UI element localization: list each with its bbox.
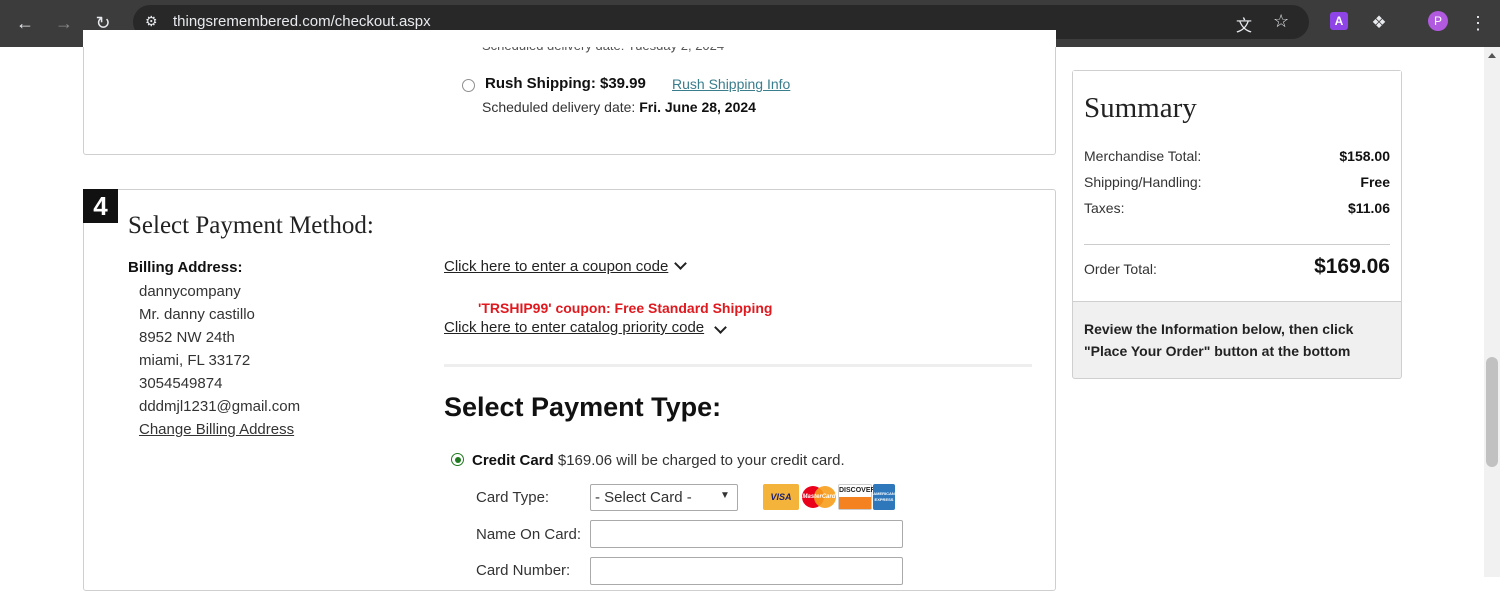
forward-arrow-icon[interactable]: → [51, 10, 77, 36]
card-number-label: Card Number: [476, 562, 571, 579]
catalog-code-link[interactable]: Click here to enter catalog priority cod… [444, 319, 704, 336]
payment-method-title: Select Payment Method: [128, 212, 374, 239]
profile-avatar[interactable]: P [1428, 11, 1448, 31]
applied-coupon-message: 'TRSHIP99' coupon: Free Standard Shippin… [478, 300, 773, 316]
dropdown-arrow-icon: ▼ [720, 490, 730, 501]
taxes-value: $11.06 [1347, 200, 1390, 216]
credit-card-option: Credit Card $169.06 will be charged to y… [472, 452, 845, 469]
name-on-card-input[interactable] [590, 520, 903, 548]
card-type-label: Card Type: [476, 489, 550, 506]
header-overlap-mask [83, 30, 1056, 47]
billing-company: dannycompany [139, 283, 241, 300]
translate-icon[interactable]: 文 [1236, 12, 1252, 36]
taxes-label: Taxes: [1084, 200, 1125, 216]
menu-kebab-icon[interactable]: ⋮ [1465, 10, 1491, 36]
card-number-input[interactable] [590, 557, 903, 585]
rush-delivery-date: Scheduled delivery date: Fri. June 28, 2… [482, 99, 756, 115]
billing-city-state: miami, FL 33172 [139, 352, 251, 369]
chevron-down-icon [714, 321, 728, 334]
rush-delivery-prefix: Scheduled delivery date: [482, 99, 636, 115]
shipping-options-panel: Scheduled delivery date: Tuesday 2, 2024… [83, 30, 1056, 155]
shipping-handling-label: Shipping/Handling: [1084, 174, 1202, 190]
mastercard-logo: MasterCard [801, 484, 837, 510]
order-total-value: $169.06 [1314, 255, 1390, 278]
summary-title: Summary [1084, 92, 1197, 124]
discover-logo-text: DISCOVER [839, 487, 876, 494]
bookmark-star-icon[interactable]: ☆ [1273, 11, 1289, 32]
coupon-code-toggle[interactable]: Click here to enter a coupon code [444, 257, 688, 275]
change-billing-address-link[interactable]: Change Billing Address [139, 421, 294, 438]
catalog-code-toggle[interactable]: Click here to enter catalog priority cod… [444, 319, 728, 336]
extensions-puzzle-icon[interactable]: ❖ [1366, 10, 1392, 36]
rush-delivery-date-value: Fri. June 28, 2024 [639, 99, 756, 115]
page-scrollbar[interactable] [1484, 47, 1500, 577]
credit-card-label: Credit Card [472, 452, 554, 469]
billing-street: 8952 NW 24th [139, 329, 235, 346]
scroll-up-icon[interactable] [1488, 53, 1496, 58]
order-summary-panel: Summary Merchandise Total: $158.00 Shipp… [1072, 70, 1402, 379]
discover-logo: DISCOVER [838, 484, 876, 510]
billing-name: Mr. danny castillo [139, 306, 255, 323]
extension-icon[interactable]: A [1330, 12, 1348, 30]
review-instruction-note: Review the Information below, then click… [1084, 321, 1354, 359]
card-type-select[interactable]: - Select Card - ▼ [590, 484, 738, 511]
site-settings-icon[interactable]: ⚙ [145, 13, 158, 30]
coupon-code-link[interactable]: Click here to enter a coupon code [444, 258, 668, 275]
billing-email: dddmjl1231@gmail.com [139, 398, 301, 415]
name-on-card-label: Name On Card: [476, 526, 582, 543]
credit-card-note: $169.06 will be charged to your credit c… [557, 452, 845, 469]
step-number-badge: 4 [83, 189, 118, 223]
credit-card-radio[interactable] [451, 453, 464, 466]
rush-shipping-info-link[interactable]: Rush Shipping Info [672, 76, 790, 92]
order-total-label: Order Total: [1084, 261, 1157, 277]
amex-logo: AMERICAN EXPRESS [873, 484, 895, 510]
payment-type-title: Select Payment Type: [444, 392, 722, 422]
merchandise-total-value: $158.00 [1339, 148, 1390, 164]
billing-phone: 3054549874 [139, 375, 223, 392]
back-arrow-icon[interactable]: ← [12, 10, 38, 36]
scrollbar-thumb[interactable] [1486, 357, 1498, 467]
section-divider [444, 364, 1032, 367]
visa-logo: VISA [763, 484, 799, 510]
mastercard-logo-text: MasterCard [802, 494, 836, 500]
card-type-value: - Select Card - [595, 489, 692, 506]
shipping-handling-value: Free [1360, 174, 1390, 190]
chevron-down-icon [674, 257, 688, 270]
merchandise-total-label: Merchandise Total: [1084, 148, 1202, 164]
url-text: thingsremembered.com/checkout.aspx [173, 13, 431, 30]
summary-divider [1084, 244, 1390, 245]
rush-shipping-radio[interactable] [462, 79, 475, 92]
billing-address-heading: Billing Address: [128, 259, 243, 276]
rush-shipping-label: Rush Shipping: $39.99 [485, 75, 646, 92]
